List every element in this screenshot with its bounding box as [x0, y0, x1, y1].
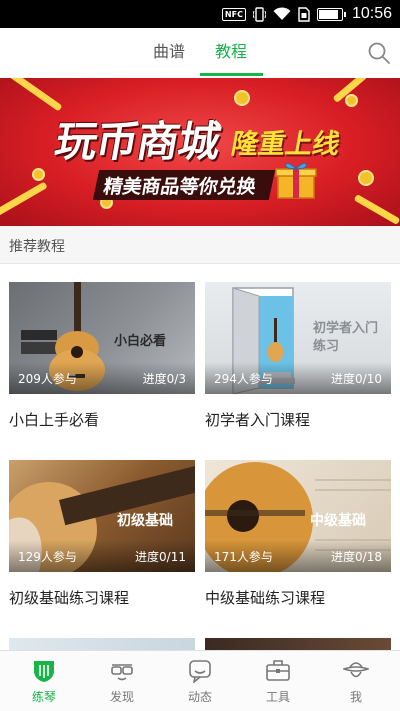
- chat-bubble-icon: [189, 660, 211, 683]
- sim-icon: [298, 6, 310, 22]
- top-nav: 曲谱 教程: [0, 28, 400, 78]
- wifi-icon: [273, 7, 291, 20]
- nfc-icon: NFC: [221, 7, 246, 21]
- search-icon[interactable]: [367, 41, 391, 65]
- course-title: 初学者入门课程: [205, 411, 311, 429]
- nav-feed[interactable]: 动态: [160, 651, 240, 711]
- active-tab-indicator: [200, 73, 263, 76]
- course-thumbnail: 初学者入门练习 294人参与 进度0/10: [205, 282, 391, 394]
- nav-label: 我: [349, 690, 362, 704]
- nav-label: 动态: [187, 690, 212, 704]
- tab-scores[interactable]: 曲谱: [144, 28, 194, 78]
- course-thumbnail: 初级基础 129人参与 进度0/11: [9, 460, 195, 572]
- course-progress: 进度0/10: [331, 372, 382, 386]
- profile-hat-icon: [343, 662, 369, 678]
- thumbnail-caption: 初级基础: [117, 513, 173, 529]
- bottom-nav: 练琴 发现 动态 工具 我: [0, 650, 400, 711]
- learners-count: 129人参与: [18, 550, 77, 564]
- banner-title: 玩币商城: [51, 117, 224, 166]
- nav-label: 工具: [265, 690, 290, 704]
- status-icons: NFC 10:56: [221, 0, 392, 28]
- coin-icon: [358, 170, 374, 186]
- course-card-partial[interactable]: [205, 638, 391, 650]
- thumbnail-caption: 初学者入门练习: [313, 321, 379, 354]
- nav-label: 发现: [109, 690, 134, 704]
- course-title: 中级基础练习课程: [205, 589, 326, 607]
- thumbnail-caption: 小白必看: [114, 334, 167, 349]
- coin-icon: [234, 90, 250, 106]
- learners-count: 209人参与: [18, 372, 77, 386]
- banner-title-accent: 隆重上线: [228, 129, 343, 160]
- course-progress: 进度0/18: [331, 550, 382, 564]
- vibrate-icon: [252, 6, 266, 22]
- course-title: 小白上手必看: [9, 411, 100, 429]
- section-header: 推荐教程: [0, 226, 400, 264]
- thumbnail-caption: 中级基础: [310, 513, 366, 529]
- coin-icon: [345, 94, 358, 107]
- decor-ray: [9, 78, 63, 112]
- status-bar: NFC 10:56: [0, 0, 400, 28]
- decor-ray: [353, 193, 400, 226]
- gift-box-icon: [275, 163, 317, 199]
- course-title: 初级基础练习课程: [9, 589, 130, 607]
- course-thumbnail: 小白必看 209人参与 进度0/3: [9, 282, 195, 394]
- course-progress: 进度0/3: [142, 372, 186, 386]
- learners-count: 294人参与: [214, 372, 273, 386]
- battery-icon: [316, 7, 346, 21]
- nav-practice[interactable]: 练琴: [4, 651, 84, 711]
- nav-discover[interactable]: 发现: [82, 651, 162, 711]
- glasses-icon: [111, 664, 133, 681]
- clock: 10:56: [351, 5, 392, 22]
- promo-banner[interactable]: 玩币商城 隆重上线 精美商品等你兑换: [0, 78, 400, 226]
- nav-tools[interactable]: 工具: [238, 651, 318, 711]
- tab-tutorials[interactable]: 教程: [206, 28, 256, 78]
- course-card-partial[interactable]: [9, 638, 195, 650]
- guitar-pick-icon: [34, 661, 54, 682]
- course-progress: 进度0/11: [135, 550, 186, 564]
- course-thumbnail: 中级基础 171人参与 进度0/18: [205, 460, 391, 572]
- banner-subtitle: 精美商品等你兑换: [101, 176, 258, 198]
- toolbox-icon: [266, 660, 290, 681]
- section-title: 推荐教程: [9, 239, 65, 255]
- coin-icon: [32, 168, 45, 181]
- learners-count: 171人参与: [214, 550, 273, 564]
- nav-label: 练琴: [31, 690, 56, 704]
- decor-ray: [0, 181, 48, 218]
- nav-profile[interactable]: 我: [316, 651, 396, 711]
